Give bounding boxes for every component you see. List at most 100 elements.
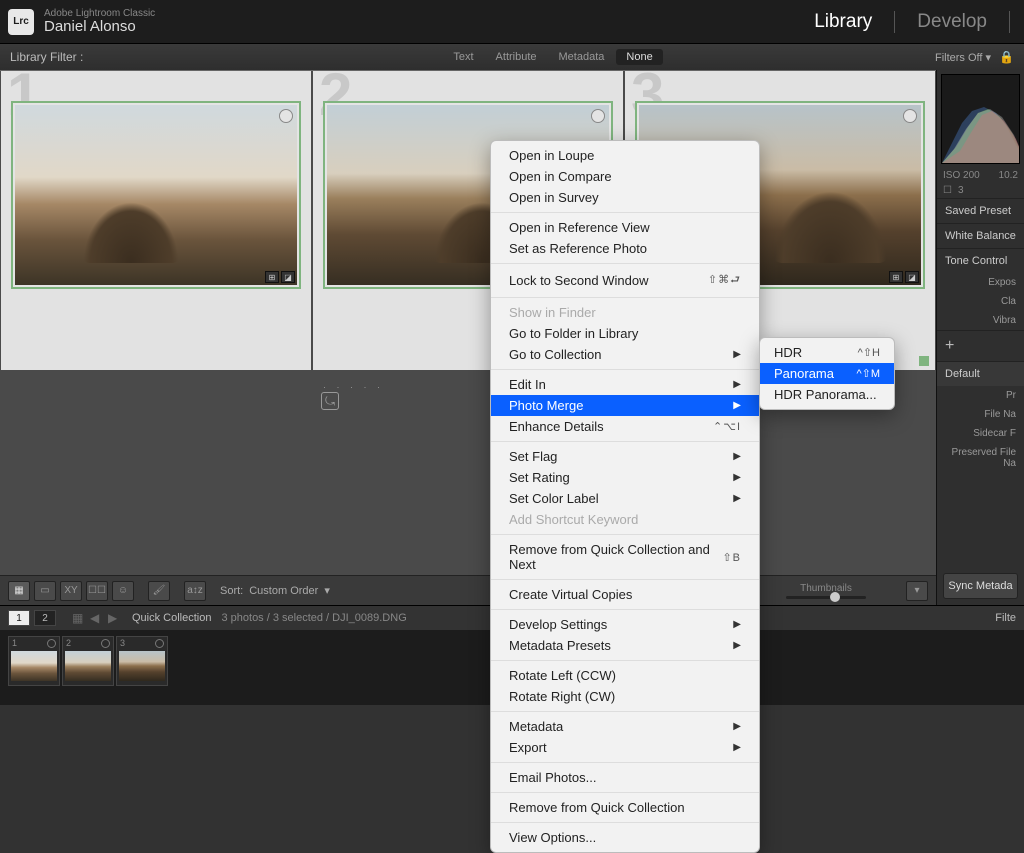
view-survey-button[interactable]: ☐☐ <box>86 581 108 601</box>
ctx-set-reference[interactable]: Set as Reference Photo <box>491 238 759 259</box>
chevron-down-icon: ▾ <box>324 584 330 597</box>
badge-icon[interactable]: ◪ <box>905 271 919 283</box>
view-compare-button[interactable]: XY <box>60 581 82 601</box>
app-logo: Lrc <box>8 9 34 35</box>
tone-exposure[interactable]: Expos <box>937 273 1024 292</box>
submenu-arrow-icon: ▶ <box>733 451 741 462</box>
ctx-export[interactable]: Export▶ <box>491 737 759 758</box>
ctx-open-survey[interactable]: Open in Survey <box>491 187 759 208</box>
view-loupe-button[interactable]: ▭ <box>34 581 56 601</box>
ctx-set-color[interactable]: Set Color Label▶ <box>491 488 759 509</box>
submenu-arrow-icon: ▶ <box>733 721 741 732</box>
ctx-remove-qc[interactable]: Remove from Quick Collection <box>491 797 759 818</box>
module-library[interactable]: Library <box>814 11 872 33</box>
filmstrip-thumb[interactable]: 3 <box>116 636 168 686</box>
panel-white-balance[interactable]: White Balance <box>937 223 1024 248</box>
stack-icon[interactable]: ⤿ <box>321 392 339 410</box>
monitor-2[interactable]: 2 <box>34 610 56 626</box>
flag-icon[interactable] <box>903 109 917 123</box>
flag-icon[interactable] <box>279 109 293 123</box>
rating-dots[interactable]: · · · · · <box>323 382 384 392</box>
ctx-develop-settings[interactable]: Develop Settings▶ <box>491 614 759 635</box>
view-people-button[interactable]: ☺ <box>112 581 134 601</box>
ctx-lock-second[interactable]: Lock to Second Window⇧⌘⮐ <box>491 268 759 293</box>
sort-direction-button[interactable]: a↕z <box>184 581 206 601</box>
ctx-metadata-presets[interactable]: Metadata Presets▶ <box>491 635 759 656</box>
ctx-photo-merge[interactable]: Photo Merge▶ <box>491 395 759 416</box>
histogram[interactable] <box>941 74 1020 164</box>
filter-tab-attribute[interactable]: Attribute <box>486 49 547 65</box>
filmstrip-thumb[interactable]: 2 <box>62 636 114 686</box>
thumbnail-size-control[interactable]: Thumbnails <box>786 583 896 599</box>
module-develop[interactable]: Develop <box>917 11 987 33</box>
nav-forward-button[interactable]: ▶ <box>108 611 122 625</box>
lock-icon[interactable]: 🔒 <box>999 50 1014 64</box>
submenu-arrow-icon: ▶ <box>733 619 741 630</box>
ctx-rotate-left[interactable]: Rotate Left (CCW) <box>491 665 759 686</box>
shortcut: ^⇧M <box>856 367 880 380</box>
filter-tab-none[interactable]: None <box>616 49 662 65</box>
flag-icon[interactable] <box>155 639 164 648</box>
tone-clarity[interactable]: Cla <box>937 292 1024 311</box>
filters-off-dropdown[interactable]: Filters Off ▾ <box>935 51 991 64</box>
panel-default[interactable]: Default <box>937 361 1024 386</box>
filter-tab-text[interactable]: Text <box>443 49 483 65</box>
ctx-set-flag[interactable]: Set Flag▶ <box>491 446 759 467</box>
submenu-hdr-panorama[interactable]: HDR Panorama... <box>760 384 894 405</box>
flag-icon[interactable] <box>591 109 605 123</box>
submenu-hdr[interactable]: HDR^⇧H <box>760 342 894 363</box>
flag-icon[interactable] <box>101 639 110 648</box>
collection-name[interactable]: Quick Collection <box>132 612 211 624</box>
grid-cell[interactable]: 1 ⊞ ◪ <box>1 71 311 370</box>
ctx-view-options[interactable]: View Options... <box>491 827 759 848</box>
toolbar-options-button[interactable]: ▾ <box>906 581 928 601</box>
ctx-open-reference[interactable]: Open in Reference View <box>491 217 759 238</box>
panel-saved-preset[interactable]: Saved Preset <box>937 198 1024 223</box>
thumb-image <box>11 651 57 681</box>
sync-metadata-button[interactable]: Sync Metada <box>943 573 1018 599</box>
ctx-go-folder[interactable]: Go to Folder in Library <box>491 323 759 344</box>
ctx-remove-qc-next[interactable]: Remove from Quick Collection and Next⇧B <box>491 539 759 575</box>
tone-vibrance[interactable]: Vibra <box>937 311 1024 330</box>
filmstrip-thumb[interactable]: 1 <box>8 636 60 686</box>
flag-icon[interactable] <box>47 639 56 648</box>
ctx-open-compare[interactable]: Open in Compare <box>491 166 759 187</box>
ctx-metadata[interactable]: Metadata▶ <box>491 716 759 737</box>
grid-view: 1 ⊞ ◪ 2 · · · · · ⤿ <box>0 70 936 370</box>
user-name: Daniel Alonso <box>44 19 155 36</box>
badge-icon[interactable]: ⊞ <box>889 271 903 283</box>
ctx-enhance-details[interactable]: Enhance Details⌃⌥I <box>491 416 759 437</box>
badge-icon[interactable]: ⊞ <box>265 271 279 283</box>
ctx-edit-in[interactable]: Edit In▶ <box>491 374 759 395</box>
painter-tool[interactable]: 🖌 <box>148 581 170 601</box>
nav-back-button[interactable]: ◀ <box>90 611 104 625</box>
ctx-go-collection[interactable]: Go to Collection▶ <box>491 344 759 365</box>
submenu-panorama[interactable]: Panorama^⇧M <box>760 363 894 384</box>
filter-tab-metadata[interactable]: Metadata <box>549 49 615 65</box>
view-grid-button[interactable]: ▦ <box>8 581 30 601</box>
panel-tone-control[interactable]: Tone Control <box>937 248 1024 273</box>
color-label[interactable] <box>919 356 929 366</box>
ctx-open-loupe[interactable]: Open in Loupe <box>491 145 759 166</box>
badge-icon[interactable]: ◪ <box>281 271 295 283</box>
grid-mini-icon[interactable]: ▦ <box>72 611 86 625</box>
thumbnail-frame[interactable]: ⊞ ◪ <box>11 101 301 289</box>
ctx-create-virtual-copies[interactable]: Create Virtual Copies <box>491 584 759 605</box>
thumbnail-slider[interactable] <box>786 596 866 599</box>
filmstrip-filter-label[interactable]: Filte <box>995 612 1016 624</box>
thumb-image <box>65 651 111 681</box>
ctx-email-photos[interactable]: Email Photos... <box>491 767 759 788</box>
monitor-1[interactable]: 1 <box>8 610 30 626</box>
stack-icon: ☐ <box>943 185 952 196</box>
module-divider <box>1009 11 1010 33</box>
filter-tabs: Text Attribute Metadata None <box>443 49 662 65</box>
right-panel: ISO 200 10.2 ☐ 3 Saved Preset White Bala… <box>936 70 1024 605</box>
add-panel-button[interactable]: + <box>937 330 1024 361</box>
ctx-rotate-right[interactable]: Rotate Right (CW) <box>491 686 759 707</box>
histogram-secondary: ☐ 3 <box>937 183 1024 198</box>
shortcut: ^⇧H <box>858 346 880 359</box>
thumbnail-image <box>15 105 297 285</box>
sort-selector[interactable]: Sort: Custom Order ▾ <box>220 584 330 597</box>
ctx-set-rating[interactable]: Set Rating▶ <box>491 467 759 488</box>
top-bar: Lrc Adobe Lightroom Classic Daniel Alons… <box>0 0 1024 44</box>
